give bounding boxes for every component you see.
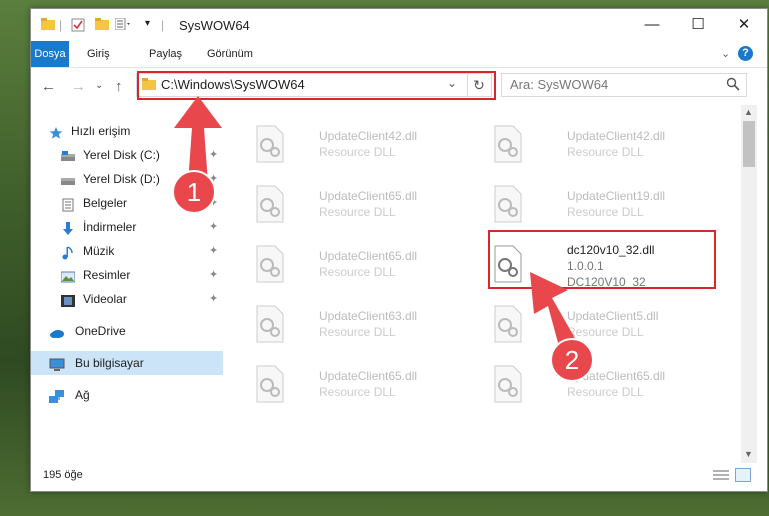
annotation-overlay — [174, 96, 576, 350]
step-1-badge: 1 — [172, 170, 216, 214]
step-2-badge: 2 — [550, 338, 594, 382]
